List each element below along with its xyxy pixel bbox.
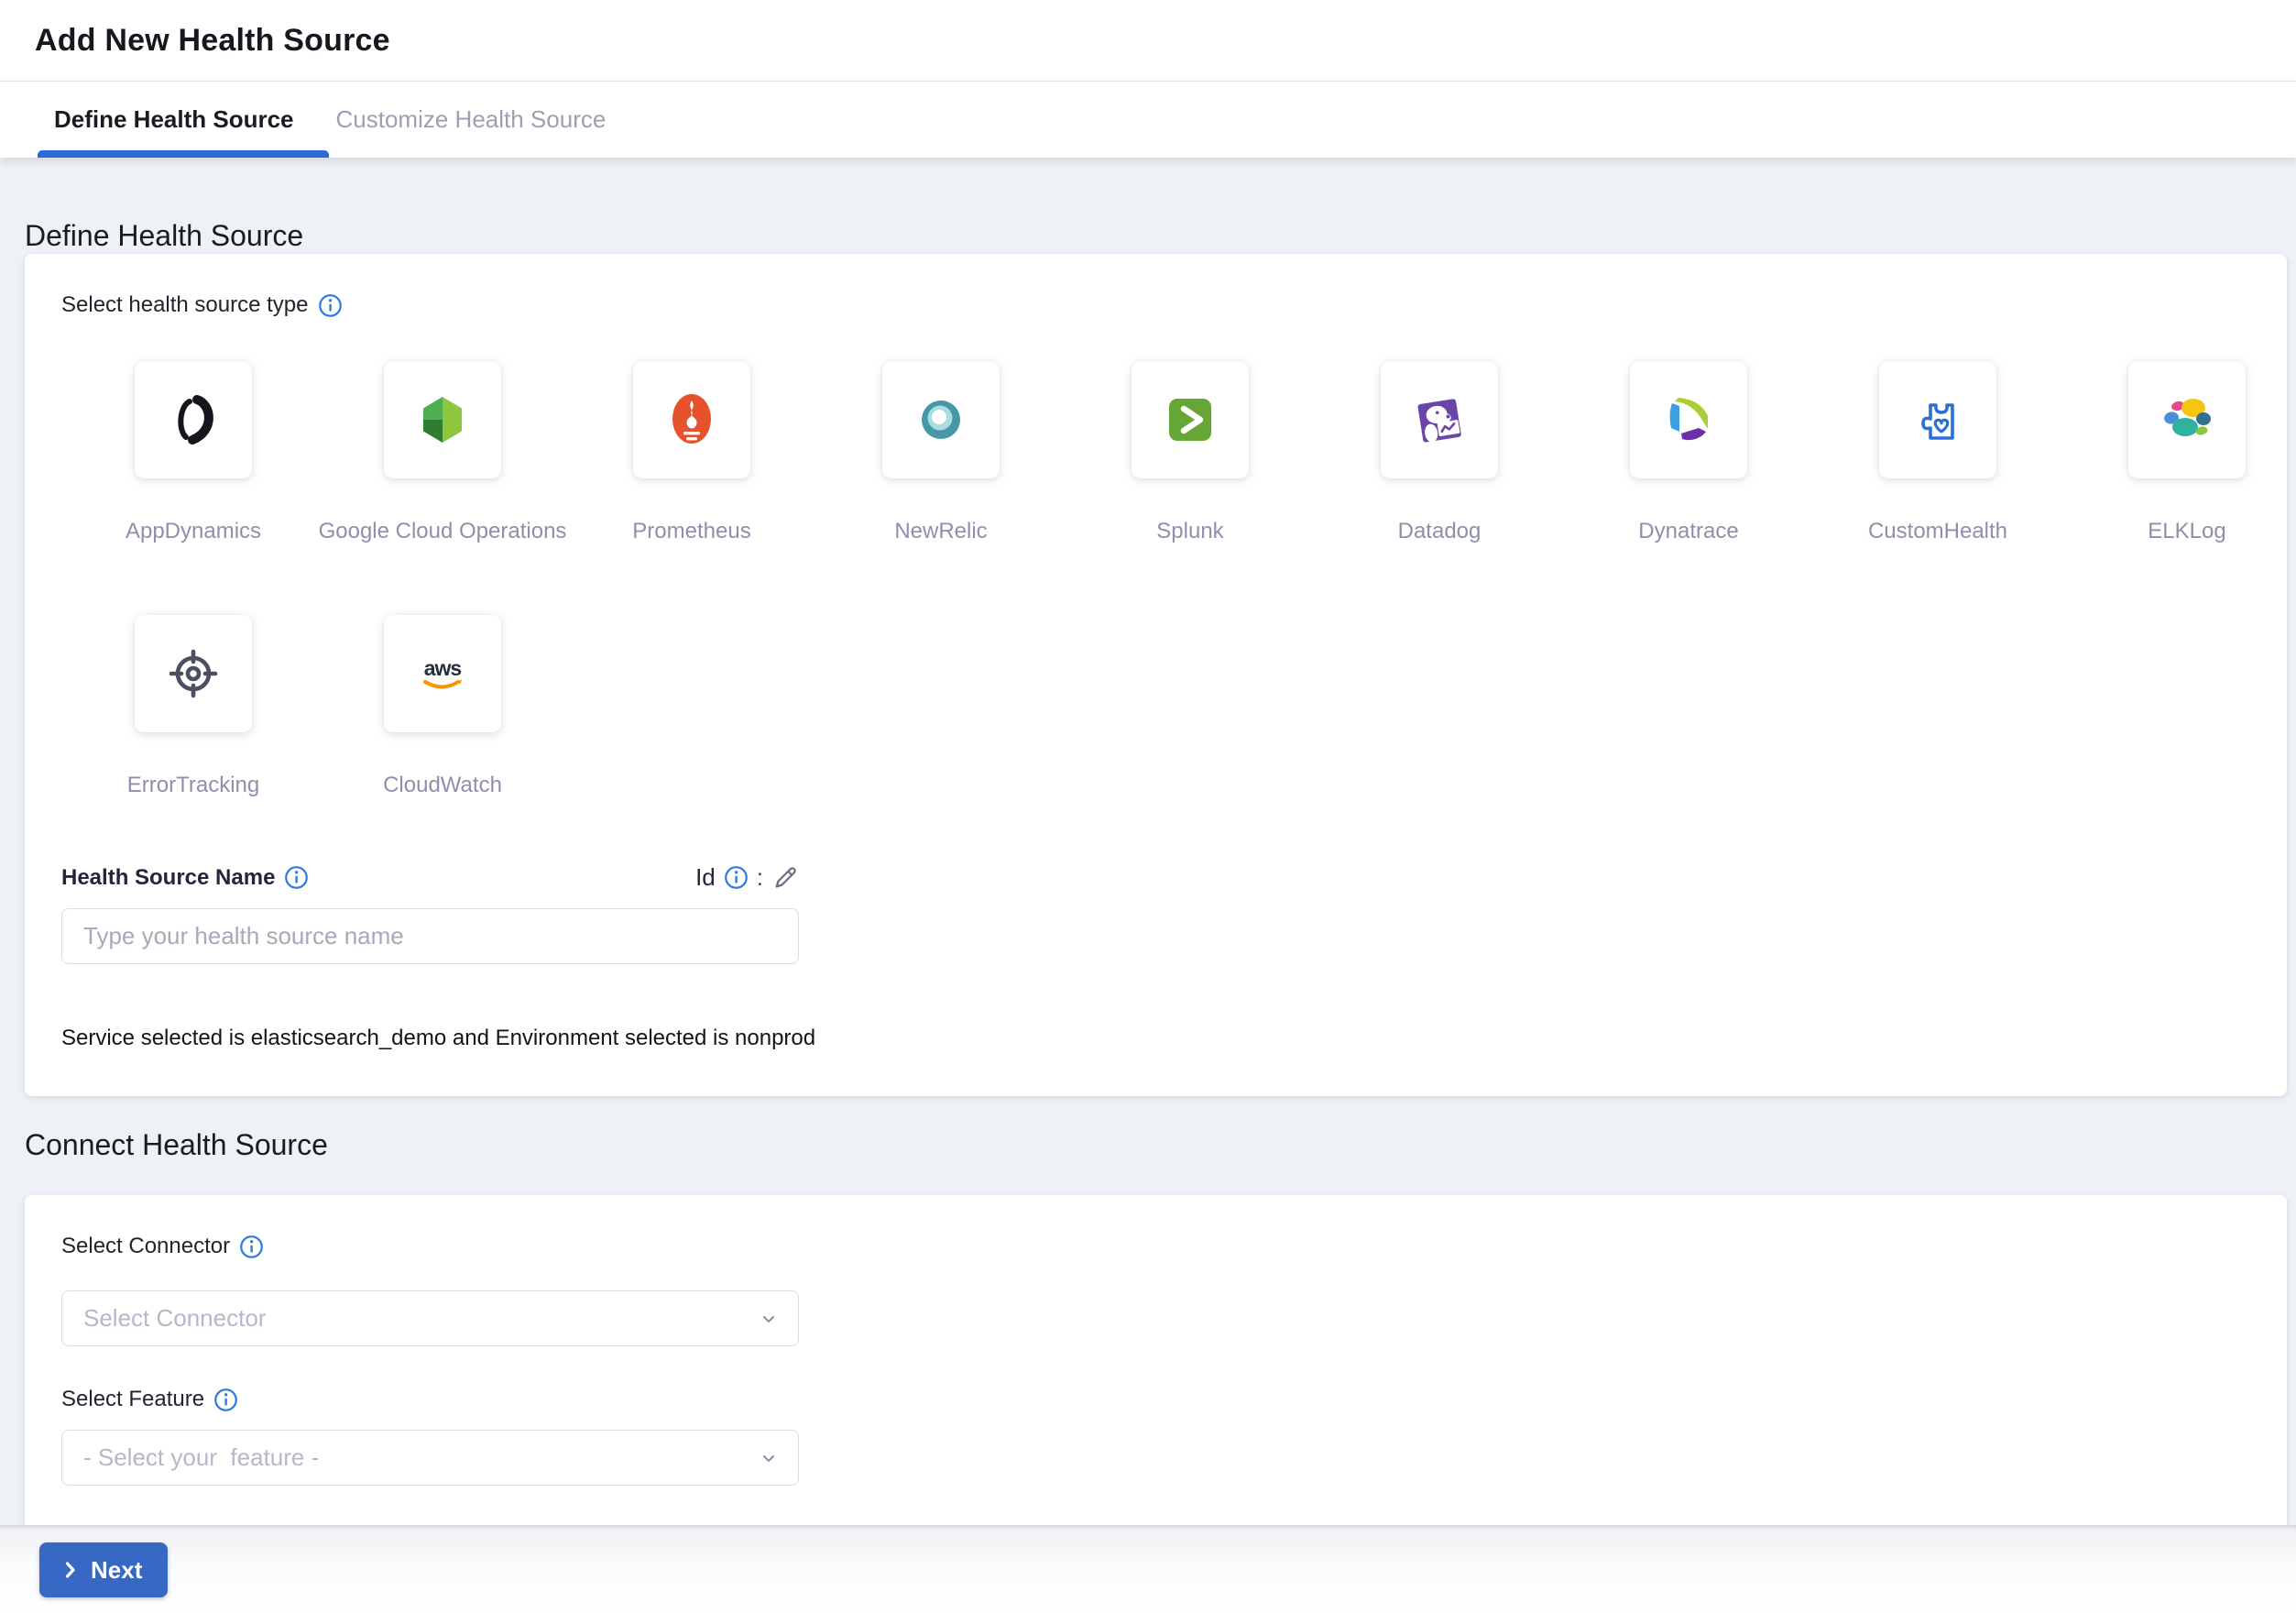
errortracking-icon	[164, 644, 223, 703]
health-source-option-google-cloud-operations: Google Cloud Operations	[384, 361, 501, 544]
chevron-down-icon	[758, 1308, 780, 1330]
health-source-card-prometheus[interactable]	[633, 361, 750, 478]
tab-define-health-source[interactable]: Define Health Source	[54, 105, 294, 134]
health-source-card-appdynamics[interactable]	[135, 361, 252, 478]
health-source-card-google-cloud-operations[interactable]	[384, 361, 501, 478]
customhealth-icon	[1908, 390, 1967, 449]
health-source-grid-row-2: ErrorTracking aws CloudWatch	[135, 615, 2287, 798]
connect-health-source-panel: Select Connector Select Connector Select…	[25, 1195, 2287, 1539]
edit-id-pencil-icon[interactable]	[771, 864, 799, 892]
health-source-label-customhealth: CustomHealth	[1868, 519, 2007, 544]
dialog-header: Add New Health Source	[0, 0, 2296, 82]
id-group: Id :	[695, 863, 799, 892]
info-icon[interactable]	[239, 1234, 264, 1259]
health-source-card-customhealth[interactable]	[1879, 361, 1996, 478]
health-source-option-appdynamics: AppDynamics	[135, 361, 252, 544]
health-source-label-errortracking: ErrorTracking	[127, 773, 259, 798]
select-source-type-row: Select health source type	[61, 292, 2287, 318]
page-title: Add New Health Source	[35, 23, 390, 59]
select-feature-label-row: Select Feature	[61, 1387, 2287, 1412]
health-source-grid-row-1: AppDynamics Google Cloud Operations Promet…	[135, 361, 2287, 544]
service-environment-text: Service selected is elasticsearch_demo a…	[61, 1026, 2287, 1051]
select-connector-placeholder: Select Connector	[83, 1304, 266, 1333]
health-source-card-newrelic[interactable]	[882, 361, 1000, 478]
health-source-option-datadog: Datadog	[1381, 361, 1498, 544]
health-source-name-input[interactable]	[61, 908, 799, 964]
info-icon[interactable]	[213, 1388, 238, 1412]
id-label: Id	[695, 863, 716, 892]
appdynamics-icon	[164, 390, 223, 449]
health-source-card-splunk[interactable]	[1132, 361, 1249, 478]
add-health-source-dialog: Add New Health Source Define Health Sour…	[0, 0, 2296, 1613]
health-source-name-label-group: Health Source Name	[61, 865, 309, 891]
svg-text:aws: aws	[424, 656, 462, 680]
select-feature-dropdown[interactable]: - Select your feature -	[61, 1430, 799, 1486]
elklog-icon	[2158, 390, 2216, 449]
info-icon[interactable]	[284, 865, 309, 890]
tab-customize-health-source[interactable]: Customize Health Source	[336, 105, 607, 134]
health-source-label-dynatrace: Dynatrace	[1638, 519, 1738, 544]
health-source-card-datadog[interactable]	[1381, 361, 1498, 478]
dynatrace-icon	[1659, 390, 1718, 449]
health-source-option-cloudwatch: aws CloudWatch	[384, 615, 501, 798]
health-source-option-customhealth: CustomHealth	[1879, 361, 1996, 544]
active-tab-underline	[38, 150, 329, 158]
chevron-down-icon	[758, 1447, 780, 1469]
define-health-source-panel: Select health source type AppDynamics Goo…	[25, 254, 2287, 1096]
prometheus-icon	[662, 390, 721, 449]
next-button[interactable]: Next	[39, 1542, 168, 1597]
health-source-card-elklog[interactable]	[2128, 361, 2246, 478]
connect-section-heading: Connect Health Source	[25, 1126, 2296, 1163]
health-source-label-google-cloud-operations: Google Cloud Operations	[319, 519, 567, 544]
health-source-name-row: Health Source Name Id :	[61, 863, 799, 892]
select-connector-label-row: Select Connector	[61, 1234, 2287, 1259]
health-source-option-prometheus: Prometheus	[633, 361, 750, 544]
health-source-card-cloudwatch[interactable]: aws	[384, 615, 501, 732]
info-icon[interactable]	[724, 865, 749, 890]
select-connector-dropdown[interactable]: Select Connector	[61, 1290, 799, 1346]
dialog-body: Define Health Source Select health sourc…	[0, 217, 2296, 1539]
health-source-label-datadog: Datadog	[1398, 519, 1481, 544]
health-source-option-errortracking: ErrorTracking	[135, 615, 252, 798]
health-source-option-elklog: ELKLog	[2128, 361, 2246, 544]
health-source-option-dynatrace: Dynatrace	[1630, 361, 1747, 544]
health-source-option-splunk: Splunk	[1132, 361, 1249, 544]
splunk-icon	[1161, 390, 1219, 449]
id-colon: :	[757, 863, 763, 892]
health-source-label-splunk: Splunk	[1156, 519, 1223, 544]
info-icon[interactable]	[318, 293, 343, 318]
dialog-footer: Next	[0, 1525, 2296, 1613]
health-source-name-label: Health Source Name	[61, 865, 275, 891]
select-connector-label: Select Connector	[61, 1234, 230, 1259]
health-source-card-errortracking[interactable]	[135, 615, 252, 732]
health-source-label-cloudwatch: CloudWatch	[383, 773, 502, 798]
cloudwatch-icon: aws	[413, 644, 472, 703]
health-source-card-dynatrace[interactable]	[1630, 361, 1747, 478]
health-source-label-elklog: ELKLog	[2148, 519, 2225, 544]
select-source-type-label: Select health source type	[61, 292, 309, 318]
health-source-label-newrelic: NewRelic	[894, 519, 987, 544]
health-source-label-prometheus: Prometheus	[632, 519, 750, 544]
select-feature-label: Select Feature	[61, 1387, 204, 1412]
newrelic-icon	[912, 390, 970, 449]
health-source-option-newrelic: NewRelic	[882, 361, 1000, 544]
select-feature-placeholder: - Select your feature -	[83, 1443, 319, 1472]
chevron-right-icon	[60, 1559, 82, 1581]
datadog-icon	[1410, 390, 1469, 449]
define-section-heading: Define Health Source	[25, 217, 2296, 254]
google-cloud-operations-icon	[413, 390, 472, 449]
health-source-label-appdynamics: AppDynamics	[126, 519, 261, 544]
next-button-label: Next	[91, 1556, 142, 1585]
tab-bar: Define Health Source Customize Health So…	[0, 82, 2296, 158]
